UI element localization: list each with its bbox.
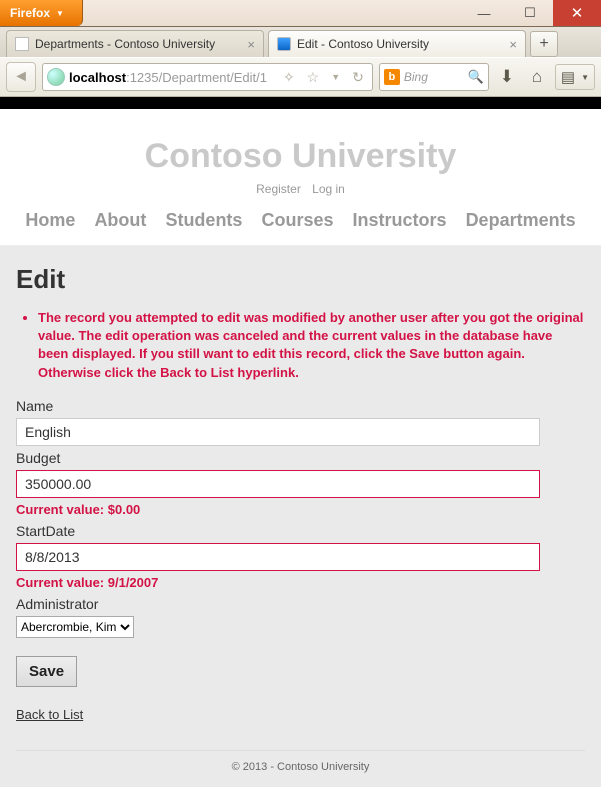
chevron-down-icon: ▼ [578, 73, 592, 82]
administrator-label: Administrator [16, 596, 585, 612]
content-area: Contoso University Register Log in Home … [0, 97, 601, 808]
feed-icon[interactable]: ✧ [279, 69, 299, 86]
nav-departments[interactable]: Departments [466, 210, 576, 230]
name-label: Name [16, 398, 585, 414]
tab-departments[interactable]: Departments - Contoso University × [6, 30, 264, 57]
firefox-menubar: Firefox ▼ — ☐ ✕ [0, 0, 601, 27]
close-tab-icon[interactable]: × [247, 37, 255, 52]
bookmarks-menu-button[interactable]: ▤ ▼ [555, 64, 595, 90]
window-minimize-button[interactable]: — [461, 0, 507, 26]
login-link[interactable]: Log in [312, 182, 345, 196]
validation-summary: The record you attempted to edit was mod… [16, 309, 585, 382]
chevron-down-icon: ▼ [56, 9, 64, 18]
tab-title: Departments - Contoso University [35, 37, 215, 51]
budget-input[interactable] [16, 470, 540, 498]
nav-about[interactable]: About [94, 210, 146, 230]
validation-message: The record you attempted to edit was mod… [38, 309, 585, 382]
nav-courses[interactable]: Courses [261, 210, 333, 230]
tab-title: Edit - Contoso University [297, 37, 429, 51]
administrator-select[interactable]: Abercrombie, Kim [16, 616, 134, 638]
tab-strip: Departments - Contoso University × Edit … [0, 27, 601, 57]
navigation-toolbar: ◄ localhost:1235/Department/Edit/1 ✧ ☆ ▼… [0, 57, 601, 97]
bookmark-star-icon[interactable]: ☆ [303, 69, 324, 86]
startdate-input[interactable] [16, 543, 540, 571]
search-bar[interactable]: b Bing 🔍 [379, 63, 489, 91]
globe-icon [47, 68, 65, 86]
nav-students[interactable]: Students [165, 210, 242, 230]
back-button[interactable]: ◄ [6, 62, 36, 92]
reload-icon[interactable]: ↻ [348, 69, 368, 86]
downloads-button[interactable]: ⬇ [495, 65, 519, 89]
dropdown-icon[interactable]: ▼ [327, 72, 344, 82]
page-footer: © 2013 - Contoso University [16, 750, 585, 783]
firefox-menu-button[interactable]: Firefox ▼ [0, 0, 83, 26]
startdate-label: StartDate [16, 523, 585, 539]
form-panel: Edit The record you attempted to edit wa… [0, 246, 601, 787]
startdate-current-value: Current value: 9/1/2007 [16, 575, 585, 590]
tab-edit[interactable]: Edit - Contoso University × [268, 30, 526, 57]
register-link[interactable]: Register [256, 182, 301, 196]
budget-current-value: Current value: $0.00 [16, 502, 585, 517]
back-to-list-link[interactable]: Back to List [16, 707, 83, 722]
url-bar[interactable]: localhost:1235/Department/Edit/1 ✧ ☆ ▼ ↻ [42, 63, 373, 91]
search-icon[interactable]: 🔍 [468, 69, 484, 85]
nav-home[interactable]: Home [25, 210, 75, 230]
site-title[interactable]: Contoso University [0, 109, 601, 182]
close-tab-icon[interactable]: × [509, 37, 517, 52]
main-nav: Home About Students Courses Instructors … [0, 210, 601, 246]
name-input[interactable] [16, 418, 540, 446]
budget-label: Budget [16, 450, 585, 466]
search-placeholder: Bing [404, 70, 464, 84]
favicon-icon [15, 37, 29, 51]
firefox-label: Firefox [10, 6, 50, 20]
home-button[interactable]: ⌂ [525, 65, 549, 89]
save-button[interactable]: Save [16, 656, 77, 687]
new-tab-button[interactable]: + [530, 31, 558, 57]
bookmarks-star-icon: ▤ [558, 68, 578, 86]
nav-instructors[interactable]: Instructors [353, 210, 447, 230]
auth-links: Register Log in [0, 182, 601, 196]
page-header: Edit [16, 264, 585, 295]
window-maximize-button[interactable]: ☐ [507, 0, 553, 26]
bing-icon: b [384, 69, 400, 85]
top-black-bar [0, 97, 601, 109]
favicon-icon [277, 37, 291, 51]
url-text: localhost:1235/Department/Edit/1 [69, 70, 275, 85]
window-close-button[interactable]: ✕ [553, 0, 601, 26]
